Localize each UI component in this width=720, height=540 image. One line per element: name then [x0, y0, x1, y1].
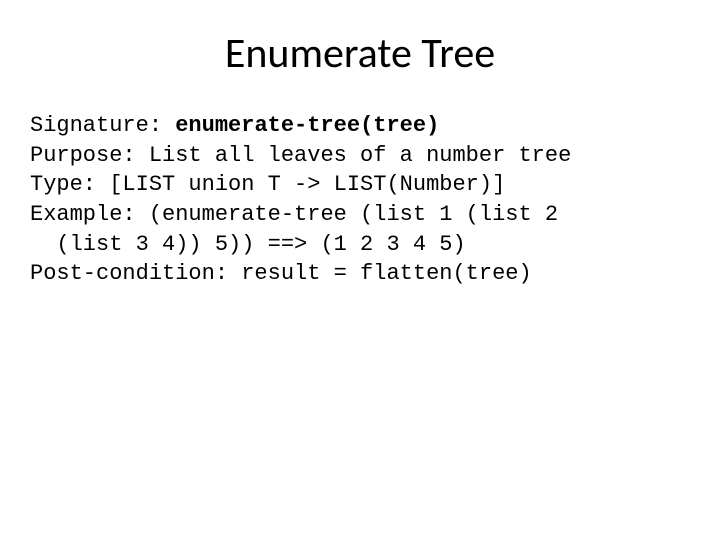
slide: Enumerate Tree Signature: enumerate-tree… — [0, 0, 720, 540]
postcondition-line: Post-condition: result = flatten(tree) — [30, 261, 532, 286]
example-line: Example: (enumerate-tree (list 1 (list 2… — [30, 202, 558, 257]
type-line: Type: [LIST union T -> LIST(Number)] — [30, 172, 505, 197]
slide-body: Signature: enumerate-tree(tree) Purpose:… — [30, 111, 690, 289]
signature-label: Signature: — [30, 113, 175, 138]
slide-title: Enumerate Tree — [30, 28, 690, 79]
signature-value: enumerate-tree(tree) — [175, 113, 439, 138]
purpose-line: Purpose: List all leaves of a number tre… — [30, 143, 571, 168]
